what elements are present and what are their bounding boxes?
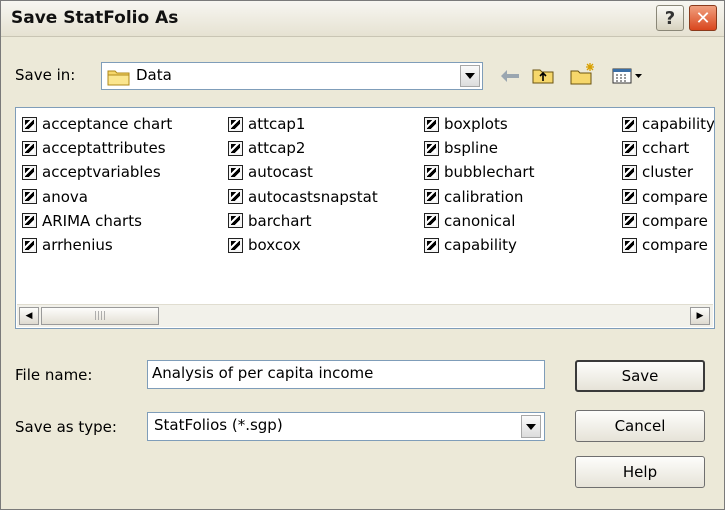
file-name-label: File name: — [15, 366, 93, 384]
statfolio-file-icon — [228, 237, 243, 253]
statfolio-file-icon — [424, 116, 439, 132]
scroll-left-button[interactable]: ◀ — [19, 307, 39, 325]
save-in-label: Save in: — [15, 66, 76, 84]
statfolio-file-icon — [228, 140, 243, 156]
view-menu-icon[interactable] — [611, 65, 645, 87]
list-item[interactable]: bspline — [424, 136, 534, 160]
chevron-left-icon: ◀ — [25, 311, 33, 321]
up-folder-icon[interactable] — [531, 64, 555, 86]
statfolio-file-icon — [622, 213, 637, 229]
statfolio-file-icon — [22, 189, 37, 205]
chevron-down-icon[interactable] — [460, 65, 480, 87]
list-item[interactable]: acceptvariables — [22, 160, 172, 184]
statfolio-file-icon — [622, 116, 637, 132]
list-item[interactable]: attcap2 — [228, 136, 378, 160]
save-as-type-label: Save as type: — [15, 418, 117, 436]
list-item[interactable]: cchart — [622, 136, 714, 160]
list-item[interactable]: barchart — [228, 209, 378, 233]
scrollbar-thumb[interactable]: |||| — [41, 307, 159, 325]
list-item[interactable]: arrhenius — [22, 233, 172, 257]
statfolio-file-icon — [622, 164, 637, 180]
statfolio-file-icon — [622, 140, 637, 156]
file-column-4: capability cchart cluster compare compar… — [622, 112, 714, 257]
grip-icon: |||| — [93, 311, 107, 321]
statfolio-file-icon — [228, 164, 243, 180]
statfolio-file-icon — [424, 213, 439, 229]
file-column-2: attcap1 attcap2 autocast autocastsnapsta… — [228, 112, 378, 257]
list-item[interactable]: compare — [622, 233, 714, 257]
list-item[interactable]: attcap1 — [228, 112, 378, 136]
list-item[interactable]: compare — [622, 209, 714, 233]
list-item[interactable]: canonical — [424, 209, 534, 233]
back-arrow-icon[interactable] — [499, 66, 521, 86]
statfolio-file-icon — [228, 116, 243, 132]
new-folder-icon[interactable] — [569, 61, 597, 87]
list-item[interactable]: autocastsnapstat — [228, 185, 378, 209]
statfolio-file-icon — [424, 140, 439, 156]
file-column-3: boxplots bspline bubblechart calibration… — [424, 112, 534, 257]
save-button[interactable]: Save — [575, 360, 705, 392]
statfolio-file-icon — [22, 237, 37, 253]
save-as-type-value: StatFolios (*.sgp) — [154, 416, 283, 434]
chevron-down-icon[interactable] — [521, 415, 541, 438]
list-item[interactable]: cluster — [622, 160, 714, 184]
save-statfolio-dialog: Save StatFolio As ? ✕ Save in: Data acce… — [0, 0, 725, 510]
statfolio-file-icon — [22, 140, 37, 156]
file-column-1: acceptance chart acceptattributes accept… — [22, 112, 172, 257]
statfolio-file-icon — [622, 237, 637, 253]
dialog-title: Save StatFolio As — [11, 8, 179, 28]
folder-icon — [107, 67, 131, 90]
list-item[interactable]: acceptance chart — [22, 112, 172, 136]
file-name-field[interactable]: Analysis of per capita income — [147, 360, 545, 389]
help-title-button[interactable]: ? — [656, 5, 684, 31]
list-item[interactable]: autocast — [228, 160, 378, 184]
chevron-right-icon: ▶ — [696, 311, 704, 321]
statfolio-file-icon — [622, 189, 637, 205]
list-item[interactable]: capability — [622, 112, 714, 136]
list-item[interactable]: boxplots — [424, 112, 534, 136]
close-button[interactable]: ✕ — [689, 5, 717, 31]
statfolio-file-icon — [424, 237, 439, 253]
list-item[interactable]: compare — [622, 185, 714, 209]
list-item[interactable]: acceptattributes — [22, 136, 172, 160]
scroll-right-button[interactable]: ▶ — [690, 307, 710, 325]
statfolio-file-icon — [22, 116, 37, 132]
list-item[interactable]: calibration — [424, 185, 534, 209]
save-in-combo[interactable]: Data — [101, 62, 483, 90]
list-item[interactable]: capability — [424, 233, 534, 257]
statfolio-file-icon — [228, 213, 243, 229]
save-in-value: Data — [136, 66, 172, 84]
file-list[interactable]: acceptance chart acceptattributes accept… — [15, 107, 715, 329]
cancel-button[interactable]: Cancel — [575, 410, 705, 442]
statfolio-file-icon — [22, 213, 37, 229]
save-as-type-combo[interactable]: StatFolios (*.sgp) — [147, 412, 545, 441]
list-item[interactable]: ARIMA charts — [22, 209, 172, 233]
statfolio-file-icon — [424, 164, 439, 180]
statfolio-file-icon — [424, 189, 439, 205]
title-bar: Save StatFolio As ? ✕ — [1, 1, 724, 37]
list-item[interactable]: bubblechart — [424, 160, 534, 184]
statfolio-file-icon — [228, 189, 243, 205]
file-name-value: Analysis of per capita income — [152, 364, 374, 382]
list-item[interactable]: anova — [22, 185, 172, 209]
horizontal-scrollbar[interactable]: ◀ |||| ▶ — [17, 304, 713, 327]
help-button[interactable]: Help — [575, 456, 705, 488]
list-item[interactable]: boxcox — [228, 233, 378, 257]
statfolio-file-icon — [22, 164, 37, 180]
